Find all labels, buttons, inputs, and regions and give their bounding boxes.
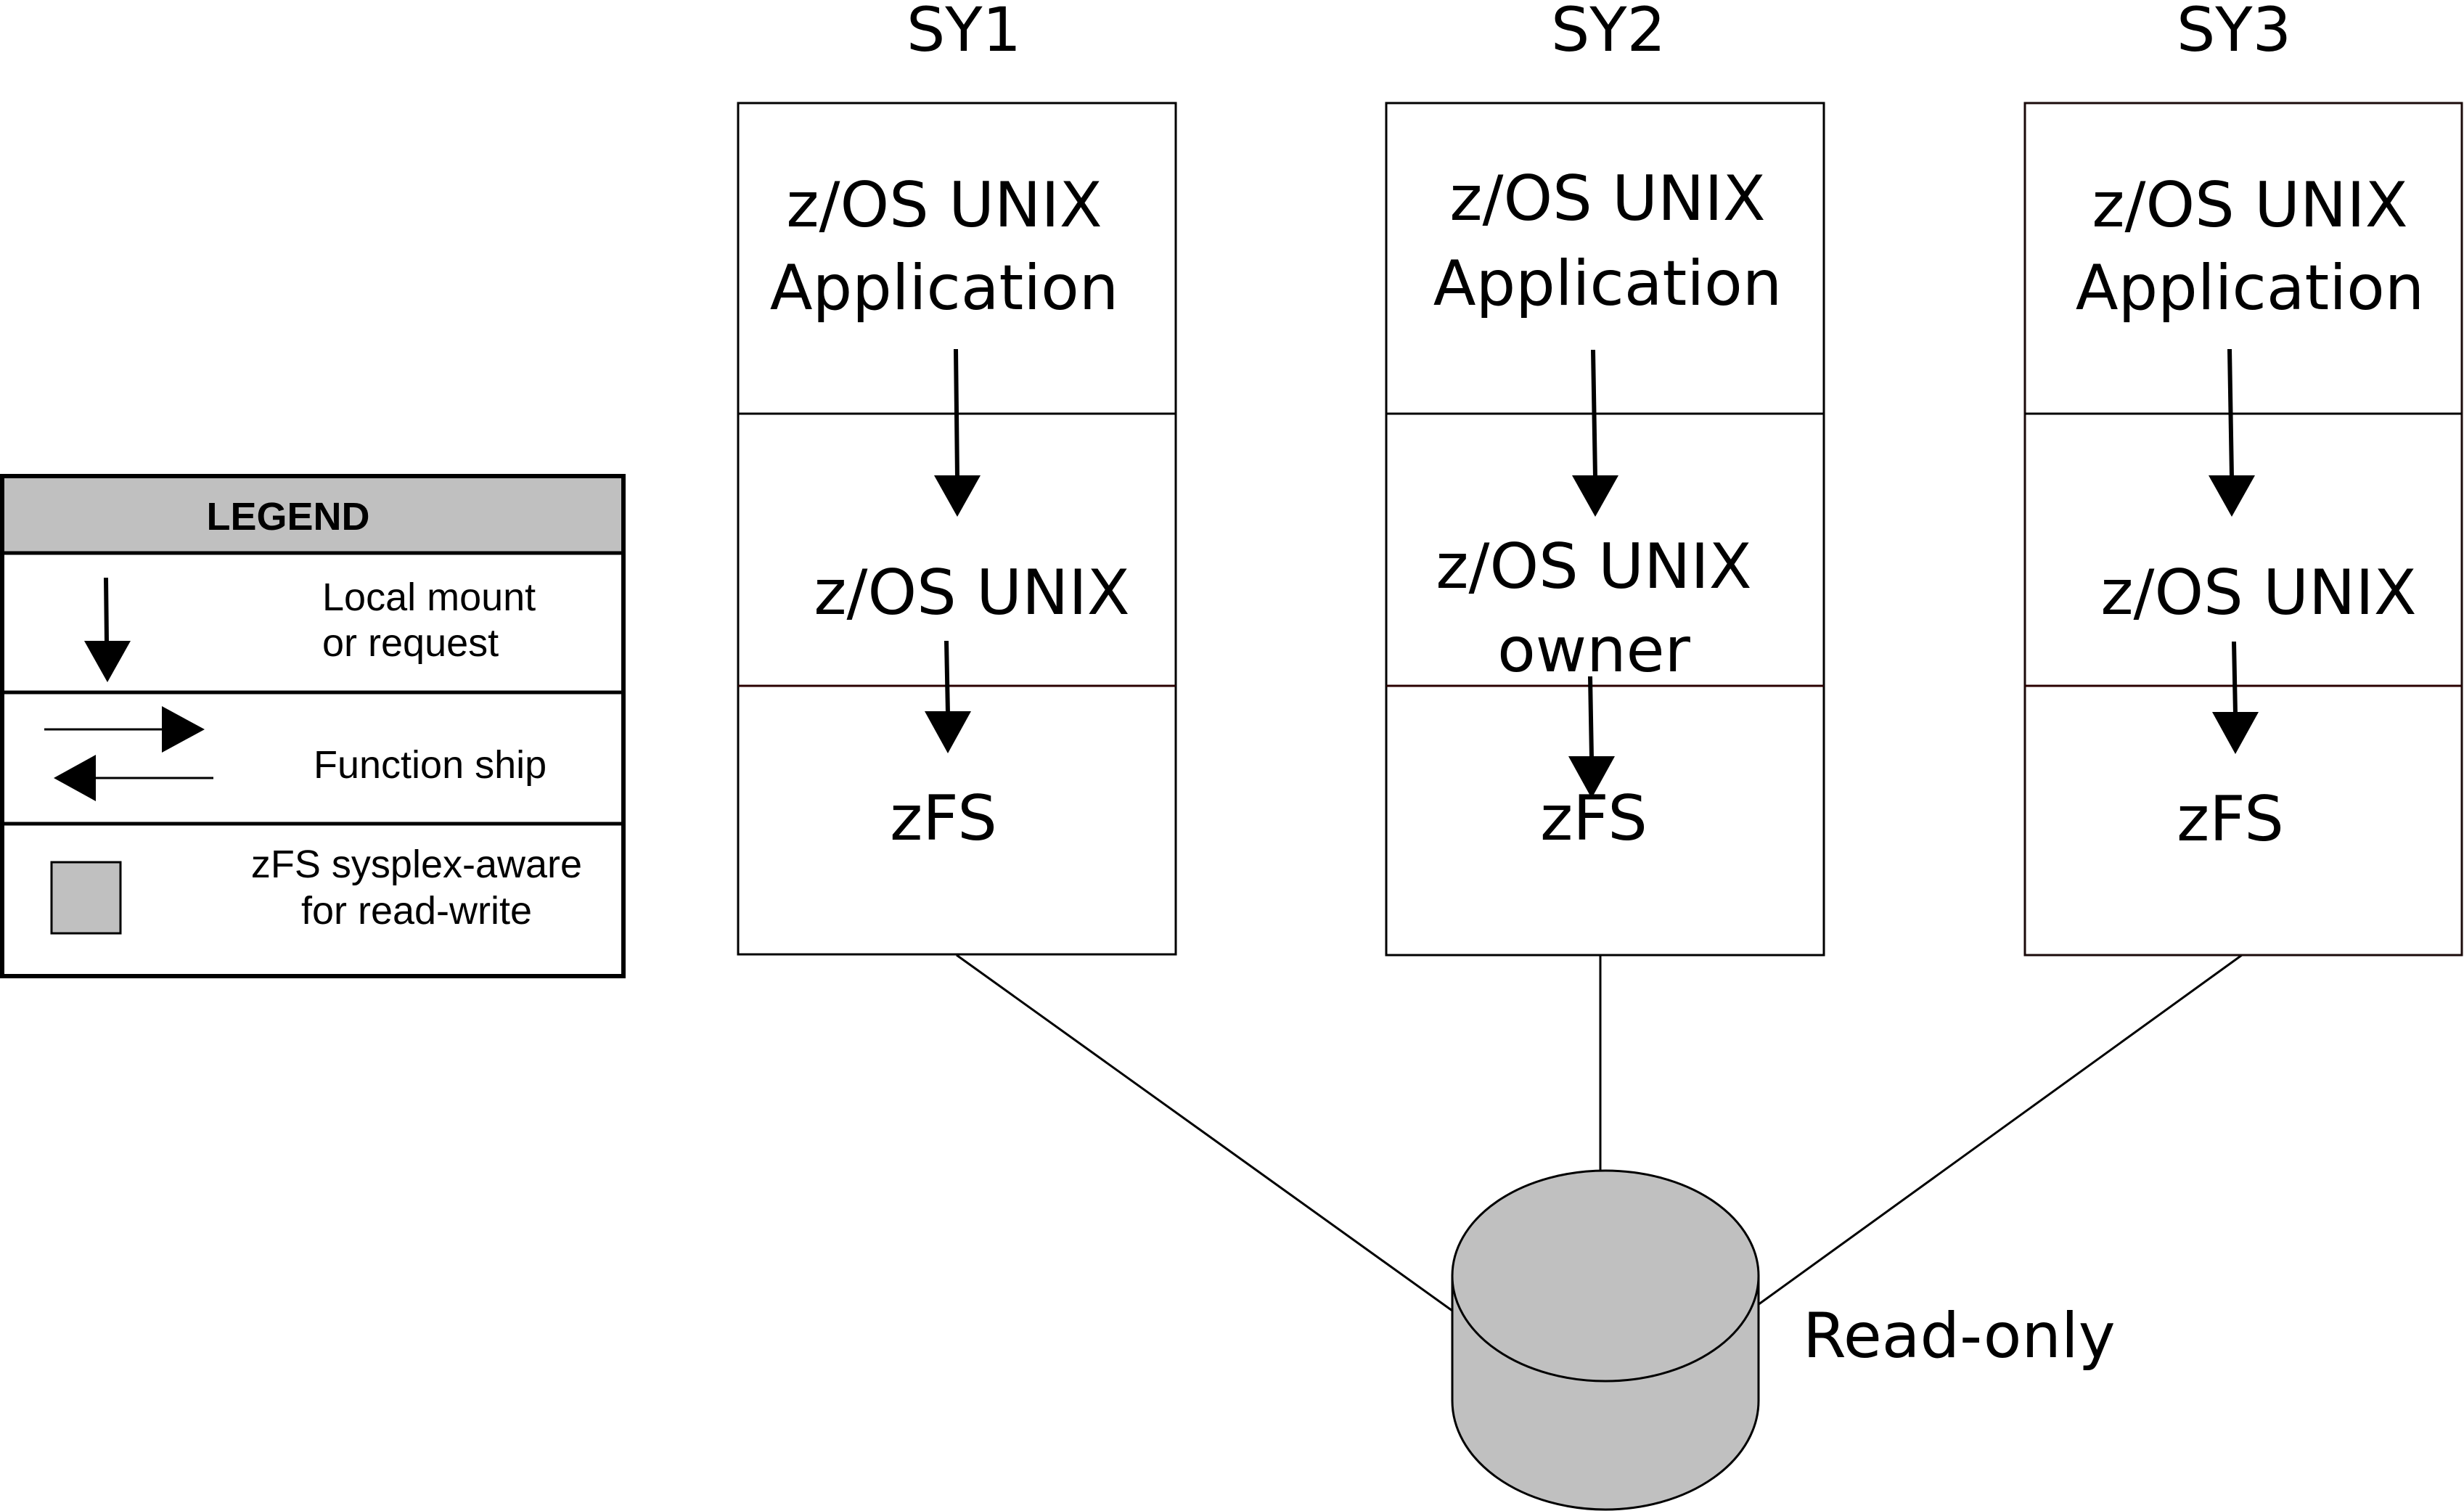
diagram-canvas: LEGEND Local mount or request Function s… [0, 0, 2463, 1511]
legend-title: LEGEND [206, 495, 369, 539]
legend-item-label: for read-write [301, 889, 532, 933]
system-title: SY3 [2177, 0, 2291, 65]
zfs-layer-label: zFS [2177, 783, 2284, 856]
zfs-layer-label: zFS [890, 782, 997, 855]
application-label: Application [770, 252, 1119, 324]
application-label: z/OS UNIX [786, 169, 1102, 242]
application-label: z/OS UNIX [2092, 169, 2407, 242]
system-sy2: SY2 z/OS UNIX Application z/OS UNIX owne… [1385, 0, 1825, 957]
system-sy1: SY1 z/OS UNIX Application z/OS UNIX zFS [737, 0, 1177, 956]
application-label: Application [2076, 252, 2425, 324]
legend-item-label: Function ship [314, 743, 547, 787]
system-sy3: SY3 z/OS UNIX Application z/OS UNIX zFS [2023, 0, 2463, 957]
connector-sy1-disk [956, 954, 1453, 1312]
application-label: Application [1433, 247, 1782, 320]
legend-item-label: zFS sysplex-aware [251, 843, 582, 886]
unix-layer-label: z/OS UNIX [2100, 557, 2416, 629]
unix-layer-label: z/OS UNIX [814, 557, 1129, 629]
legend-item-label: Local mount [322, 576, 536, 619]
system-title: SY1 [906, 0, 1021, 65]
legend: LEGEND Local mount or request Function s… [0, 474, 626, 978]
bidirectional-arrows-icon [44, 706, 213, 801]
down-arrow-icon [84, 577, 131, 682]
unix-owner-label: owner [1497, 614, 1690, 687]
system-title: SY2 [1551, 0, 1666, 65]
application-label: z/OS UNIX [1449, 163, 1765, 235]
gray-square-icon [50, 861, 122, 935]
disk-label: Read-only [1803, 1300, 2116, 1372]
legend-item-label: or request [322, 621, 499, 665]
unix-owner-label: z/OS UNIX [1436, 531, 1751, 603]
read-only-disk-icon [1451, 1169, 1760, 1511]
connector-sy3-disk [1757, 954, 2243, 1306]
